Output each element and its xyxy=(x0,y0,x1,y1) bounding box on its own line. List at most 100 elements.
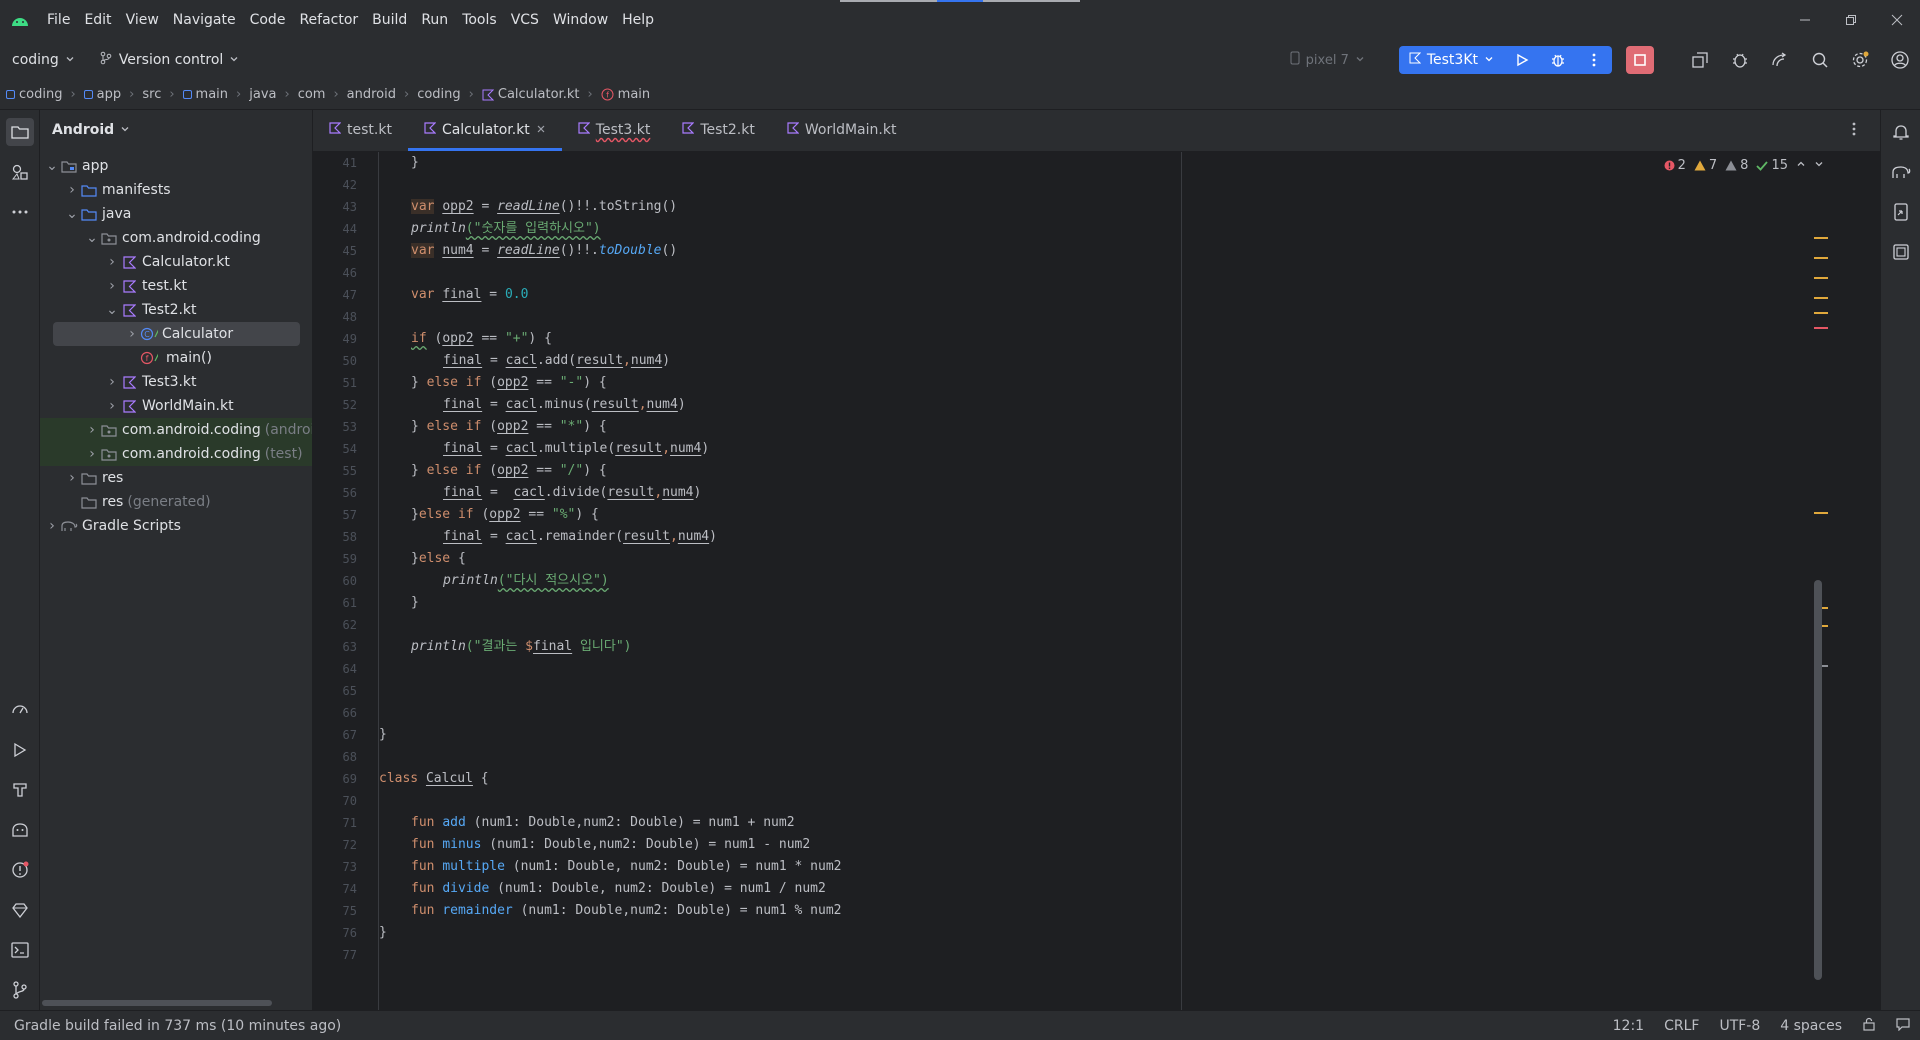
menu-window[interactable]: Window xyxy=(546,0,615,40)
tree-node-manifests[interactable]: › manifests xyxy=(64,178,170,202)
menu-refactor[interactable]: Refactor xyxy=(292,0,365,40)
terminal-icon[interactable] xyxy=(6,936,34,964)
indent-setting[interactable]: 4 spaces xyxy=(1780,1018,1842,1034)
inspections-widget[interactable]: 2 7 8 15 xyxy=(1664,158,1824,173)
warning-marker[interactable] xyxy=(1814,257,1828,259)
tree-node-worldmain-kt[interactable]: › WorldMain.kt xyxy=(104,394,233,418)
build-hammer-icon[interactable] xyxy=(1680,40,1720,80)
code-editor[interactable]: 41 42 43 44 45 46 47 48 49 50 51 52 53 5… xyxy=(313,152,1880,1010)
tab-calculator-kt[interactable]: Calculator.kt xyxy=(407,109,562,151)
chevron-right-icon[interactable]: › xyxy=(64,182,80,198)
debug-icon[interactable] xyxy=(1540,46,1576,74)
breadcrumb-item[interactable]: src xyxy=(142,87,161,102)
tree-node-res[interactable]: › res xyxy=(64,466,123,490)
caret-position[interactable]: 12:1 xyxy=(1613,1018,1644,1034)
device-manager-icon[interactable] xyxy=(1760,40,1800,80)
warning-marker[interactable] xyxy=(1814,512,1828,514)
menu-build[interactable]: Build xyxy=(365,0,414,40)
breadcrumb-item[interactable]: app xyxy=(83,87,121,102)
warning-marker[interactable] xyxy=(1814,297,1828,299)
file-encoding[interactable]: UTF-8 xyxy=(1719,1018,1760,1034)
run-tool-icon[interactable] xyxy=(6,736,34,764)
chevron-right-icon[interactable]: › xyxy=(104,254,120,270)
menu-edit[interactable]: Edit xyxy=(77,0,118,40)
tab-test-kt[interactable]: test.kt xyxy=(313,109,408,151)
running-devices-icon[interactable] xyxy=(1887,238,1915,266)
tree-node-calculator-kt[interactable]: › Calculator.kt xyxy=(104,250,230,274)
chevron-up-icon[interactable] xyxy=(1796,158,1806,173)
notifications-bell-icon[interactable] xyxy=(1887,118,1915,146)
chevron-right-icon[interactable]: › xyxy=(44,518,60,534)
tab-test2-kt[interactable]: Test2.kt xyxy=(666,109,771,151)
gradle-icon[interactable] xyxy=(1887,158,1915,186)
read-only-lock-icon[interactable] xyxy=(1862,1017,1876,1035)
warning-marker[interactable] xyxy=(1814,312,1828,314)
project-view-selector[interactable]: Android xyxy=(40,110,312,150)
settings-gear-icon[interactable] xyxy=(1840,40,1880,80)
chevron-down-icon[interactable]: ⌄ xyxy=(104,302,120,318)
menu-run[interactable]: Run xyxy=(414,0,455,40)
chevron-right-icon[interactable]: › xyxy=(64,470,80,486)
gemini-icon[interactable] xyxy=(6,896,34,924)
chevron-down-icon[interactable]: ⌄ xyxy=(84,230,100,246)
menu-view[interactable]: View xyxy=(119,0,166,40)
chevron-right-icon[interactable]: › xyxy=(104,398,120,414)
chevron-right-icon[interactable]: › xyxy=(84,422,100,438)
restore-icon[interactable] xyxy=(1828,0,1874,40)
project-folder-icon[interactable] xyxy=(6,118,34,146)
close-icon[interactable] xyxy=(1874,0,1920,40)
app-inspection-icon[interactable] xyxy=(1720,40,1760,80)
breadcrumb-item[interactable]: android xyxy=(347,87,396,102)
project-horizontal-scrollbar[interactable] xyxy=(42,1000,272,1006)
breadcrumb-item[interactable]: Calculator.kt xyxy=(482,87,579,102)
stop-icon[interactable] xyxy=(1626,46,1654,74)
device-file-explorer-icon[interactable] xyxy=(1887,198,1915,226)
chevron-down-icon[interactable]: ⌄ xyxy=(44,158,60,174)
profiler-icon[interactable] xyxy=(6,696,34,724)
git-branch-icon[interactable] xyxy=(6,976,34,1004)
chevron-down-icon[interactable] xyxy=(1814,158,1824,173)
chevron-down-icon[interactable]: ⌄ xyxy=(64,206,80,222)
chevron-right-icon[interactable]: › xyxy=(104,278,120,294)
menu-help[interactable]: Help xyxy=(615,0,661,40)
tab-worldmain-kt[interactable]: WorldMain.kt xyxy=(771,109,913,151)
version-control-menu[interactable]: Version control xyxy=(87,44,251,76)
tree-node-package-test[interactable]: › com.android.coding (test) xyxy=(84,442,302,466)
menu-navigate[interactable]: Navigate xyxy=(166,0,243,40)
tree-node-package-androidtest[interactable]: › com.android.coding (androidTest) xyxy=(84,418,312,442)
minimize-icon[interactable] xyxy=(1782,0,1828,40)
breadcrumb-item[interactable]: main xyxy=(182,87,228,102)
tree-node-calculator-class[interactable]: › C Calculator xyxy=(124,322,233,346)
more-horizontal-icon[interactable] xyxy=(6,198,34,226)
tree-node-package[interactable]: ⌄ com.android.coding xyxy=(84,226,261,250)
menu-code[interactable]: Code xyxy=(243,0,293,40)
chevron-right-icon[interactable]: › xyxy=(84,446,100,462)
error-marker[interactable] xyxy=(1814,327,1828,329)
tree-node-main-fn[interactable]: f main() xyxy=(140,346,212,370)
android-studio-logo-icon[interactable] xyxy=(0,0,40,40)
feedback-icon[interactable] xyxy=(1896,1017,1910,1035)
status-message[interactable]: Gradle build failed in 737 ms (10 minute… xyxy=(0,1018,341,1034)
menu-file[interactable]: File xyxy=(40,0,77,40)
chevron-right-icon[interactable]: › xyxy=(104,374,120,390)
tree-node-test2-kt[interactable]: ⌄ Test2.kt xyxy=(104,298,196,322)
chevron-right-icon[interactable]: › xyxy=(124,326,140,342)
search-icon[interactable] xyxy=(1800,40,1840,80)
breadcrumb-item[interactable]: f main xyxy=(601,87,650,102)
logcat-icon[interactable] xyxy=(6,816,34,844)
breadcrumb-item[interactable]: coding xyxy=(417,87,460,102)
tree-node-test3-kt[interactable]: › Test3.kt xyxy=(104,370,196,394)
warning-marker[interactable] xyxy=(1814,277,1828,279)
editor-vertical-scrollbar[interactable] xyxy=(1814,580,1822,980)
breadcrumb-item[interactable]: coding xyxy=(6,87,62,102)
resource-manager-icon[interactable] xyxy=(6,158,34,186)
device-selector[interactable]: pixel 7 xyxy=(1290,51,1365,69)
run-icon[interactable] xyxy=(1504,46,1540,74)
problems-icon[interactable] xyxy=(6,856,34,884)
breadcrumb-item[interactable]: java xyxy=(249,87,276,102)
tree-node-test-kt[interactable]: › test.kt xyxy=(104,274,187,298)
tree-node-app[interactable]: ⌄ app xyxy=(44,154,108,178)
run-configuration-selector[interactable]: Test3Kt xyxy=(1398,46,1504,74)
account-avatar-icon[interactable] xyxy=(1880,40,1920,80)
project-selector[interactable]: coding xyxy=(0,44,87,76)
